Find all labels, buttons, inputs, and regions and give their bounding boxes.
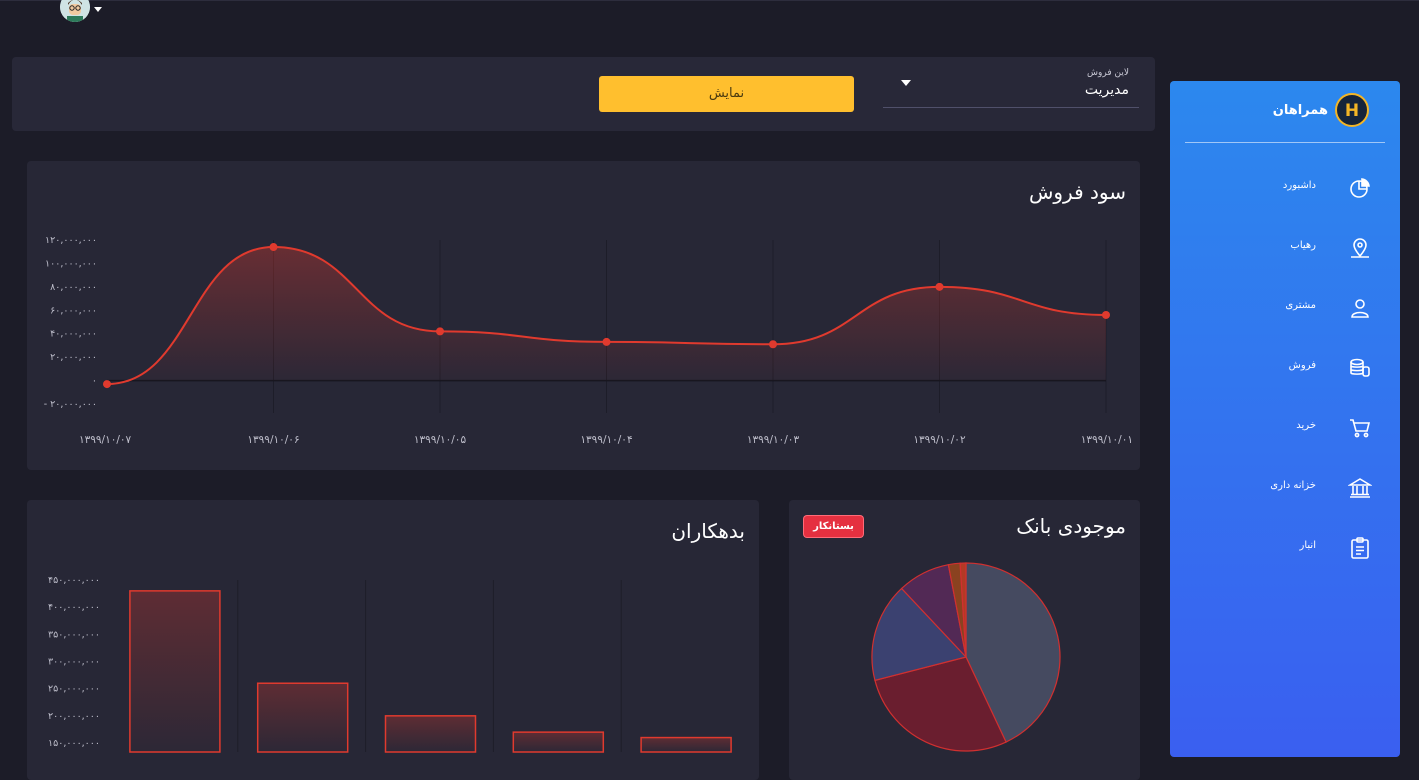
y-tick-label: ۸۰,۰۰۰,۰۰۰	[50, 282, 97, 293]
select-label: لاین فروش	[1087, 68, 1129, 78]
sidebar-item-label: فروش	[1288, 360, 1316, 371]
sidebar-item-tracker[interactable]: رهیاب	[1170, 228, 1400, 268]
x-tick-label: ۱۳۹۹/۱۰/۰۲	[913, 434, 966, 446]
coins-icon	[1348, 356, 1372, 380]
data-point	[935, 282, 944, 291]
y-tick-label: ۲۵۰,۰۰۰,۰۰۰	[48, 684, 100, 695]
y-tick-label: ۶۰,۰۰۰,۰۰۰	[50, 305, 97, 316]
y-tick-label: ۲۰۰,۰۰۰,۰۰۰	[48, 711, 100, 722]
y-tick-label: ۱۰۰,۰۰۰,۰۰۰	[45, 258, 97, 269]
sales-line-select[interactable]: لاین فروش مدیریت	[883, 65, 1139, 108]
bar	[640, 736, 732, 753]
bank-balance-card: موجودی بانک بستانکار	[789, 500, 1140, 780]
select-value: مدیریت	[1084, 82, 1129, 98]
x-tick-label: ۱۳۹۹/۱۰/۰۱	[1081, 434, 1133, 446]
sidebar-item-treasury[interactable]: خزانه داری	[1170, 468, 1400, 508]
bar	[129, 590, 221, 753]
user-avatar-icon[interactable]	[60, 0, 90, 22]
y-tick-label: ۲۰,۰۰۰,۰۰۰	[50, 352, 97, 363]
sidebar-item-sales[interactable]: فروش	[1170, 348, 1400, 388]
bank-icon	[1347, 476, 1373, 500]
avatar-dropdown-icon[interactable]	[94, 7, 102, 12]
y-tick-label: ۳۵۰,۰۰۰,۰۰۰	[48, 629, 100, 640]
sidebar-item-customer[interactable]: مشتری	[1170, 288, 1400, 328]
sidebar-item-label: انبار	[1299, 540, 1316, 551]
bar	[384, 715, 477, 753]
data-point	[769, 340, 777, 349]
debtors-card: بدهکاران ۴۵۰,۰۰۰,۰۰۰ ۴۰۰,۰۰۰,۰۰۰ ۳۵۰,۰۰۰,۰…	[27, 500, 759, 780]
clipboard-icon	[1348, 536, 1372, 560]
pie-chart-icon	[1348, 176, 1372, 200]
brand-logo-icon: H	[1335, 93, 1369, 127]
brand-name: همراهان	[1272, 103, 1328, 118]
y-tick-label: ۰	[92, 376, 97, 387]
x-tick-label: ۱۳۹۹/۱۰/۰۳	[747, 434, 800, 446]
sidebar-item-purchase[interactable]: خرید	[1170, 408, 1400, 448]
sidebar-item-label: خزانه داری	[1270, 480, 1316, 491]
y-tick-label: - ۲۰,۰۰۰,۰۰۰	[44, 399, 97, 410]
top-bar	[0, 0, 1419, 1]
y-tick-label: ۴۵۰,۰۰۰,۰۰۰	[48, 575, 100, 586]
debtors-chart: ۴۵۰,۰۰۰,۰۰۰ ۴۰۰,۰۰۰,۰۰۰ ۳۵۰,۰۰۰,۰۰۰ ۳۰۰,۰۰۰…	[48, 575, 732, 753]
bar	[256, 682, 349, 753]
x-tick-label: ۱۳۹۹/۱۰/۰۴	[580, 434, 632, 446]
sales-profit-card: سود فروش ۱۲۰,۰۰۰,۰۰۰ ۱۰۰,۰۰۰,۰۰۰ ۸۰,۰۰۰,۰۰…	[27, 161, 1140, 470]
user-icon	[1348, 296, 1372, 320]
bar	[512, 731, 605, 753]
show-button[interactable]: نمایش	[599, 76, 854, 112]
bank-balance-pie-chart	[871, 562, 1061, 752]
sidebar-divider	[1185, 142, 1385, 143]
sidebar-item-warehouse[interactable]: انبار	[1170, 528, 1400, 568]
sales-profit-chart: ۱۲۰,۰۰۰,۰۰۰ ۱۰۰,۰۰۰,۰۰۰ ۸۰,۰۰۰,۰۰۰ ۶۰,۰۰۰,۰…	[44, 235, 1133, 446]
y-tick-label: ۱۲۰,۰۰۰,۰۰۰	[45, 235, 97, 246]
y-tick-label: ۴۰,۰۰۰,۰۰۰	[50, 329, 97, 340]
data-point	[1102, 310, 1110, 319]
map-pin-icon	[1348, 236, 1372, 260]
cart-icon	[1348, 416, 1372, 440]
y-tick-label: ۳۰۰,۰۰۰,۰۰۰	[48, 657, 100, 668]
y-tick-label: ۱۵۰,۰۰۰,۰۰۰	[48, 738, 100, 749]
data-point	[269, 243, 278, 252]
chevron-down-icon[interactable]	[901, 80, 911, 86]
sidebar-item-dashboard[interactable]: داشبورد	[1170, 168, 1400, 208]
sidebar-item-label: مشتری	[1285, 300, 1316, 311]
svg-text:H: H	[1345, 101, 1359, 121]
data-point	[436, 327, 444, 336]
x-tick-label: ۱۳۹۹/۱۰/۰۷	[79, 434, 132, 446]
filter-bar: نمایش لاین فروش مدیریت	[12, 57, 1155, 131]
sidebar-item-label: خرید	[1296, 420, 1316, 431]
x-tick-label: ۱۳۹۹/۱۰/۰۵	[414, 434, 467, 446]
y-tick-label: ۴۰۰,۰۰۰,۰۰۰	[48, 602, 100, 613]
data-point	[602, 337, 611, 346]
data-point	[103, 380, 111, 389]
sidebar-item-label: رهیاب	[1290, 240, 1316, 251]
sidebar: همراهان H داشبورد رهیاب مشتری فروش خرید …	[1170, 81, 1400, 757]
x-tick-label: ۱۳۹۹/۱۰/۰۶	[247, 434, 299, 446]
sidebar-item-label: داشبورد	[1282, 180, 1316, 191]
